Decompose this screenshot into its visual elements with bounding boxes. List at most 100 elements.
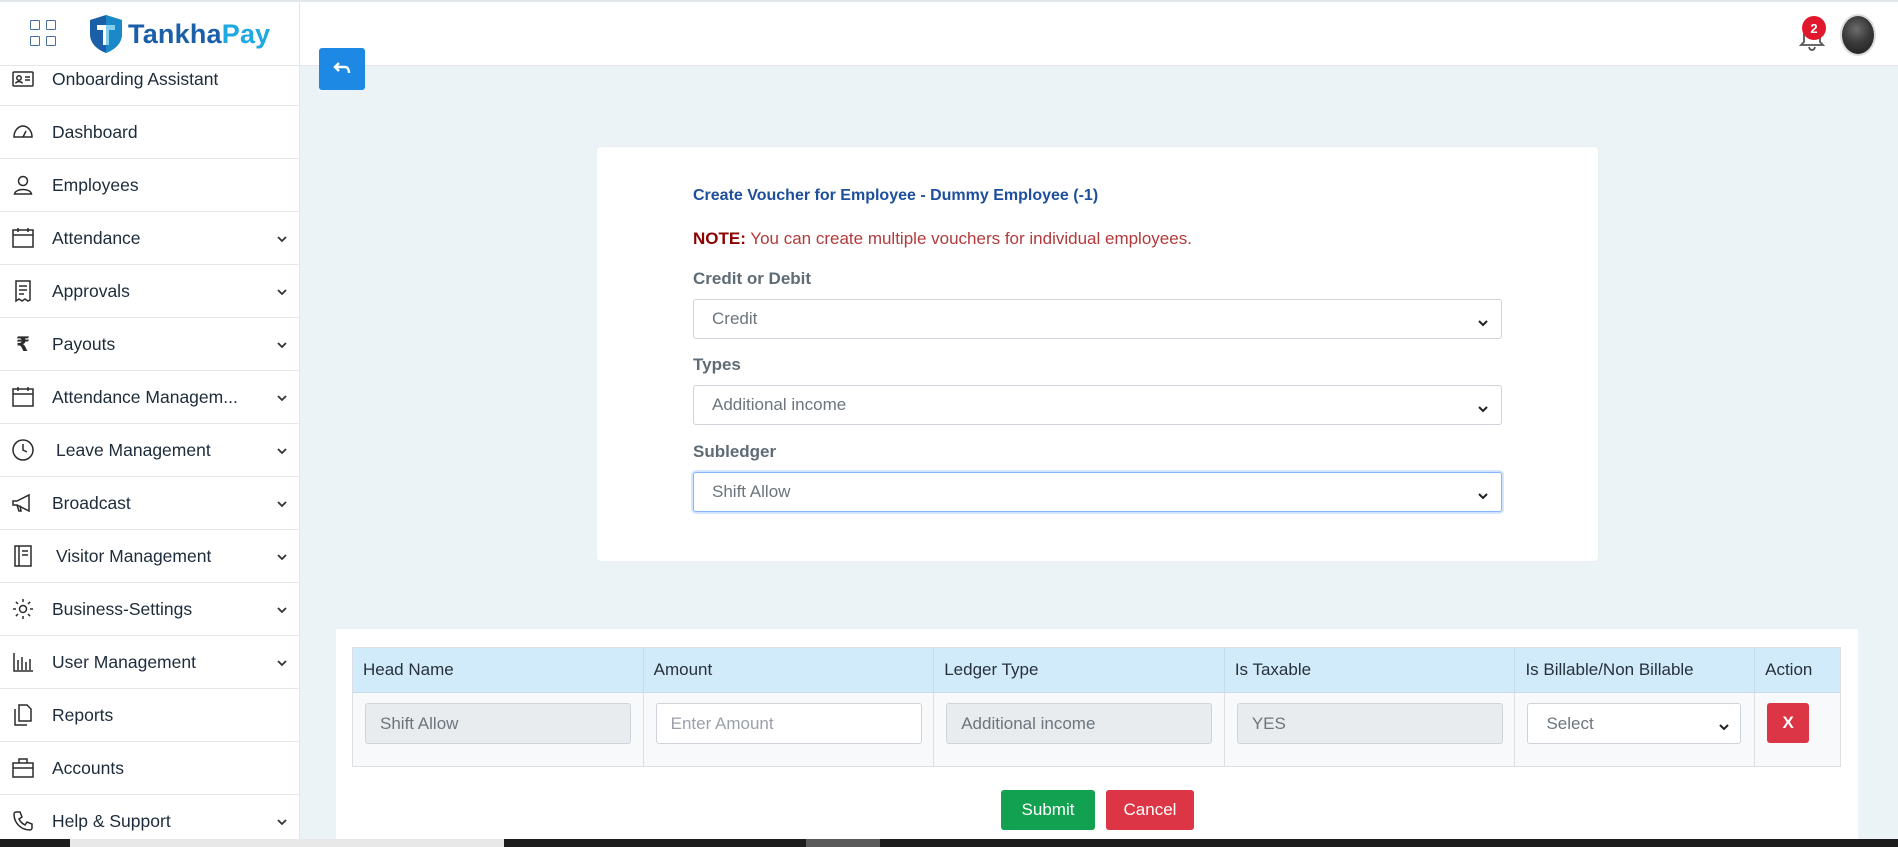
delete-row-button[interactable]: X — [1767, 703, 1810, 743]
credit-debit-label: Credit or Debit — [693, 269, 812, 288]
sidebar-item-label: Business-Settings — [52, 598, 193, 619]
sidebar-item-label: Employees — [52, 174, 139, 195]
cell-action: X — [1755, 693, 1840, 766]
sidebar-item-label: Onboarding Assistant — [52, 68, 219, 89]
form-note: NOTE: You can create multiple vouchers f… — [693, 229, 1192, 249]
sidebar-item-label: Reports — [52, 704, 114, 725]
sidebar-item-payouts[interactable]: ₹ Payouts — [0, 318, 299, 371]
sidebar-item-accounts[interactable]: Accounts — [0, 742, 299, 795]
voucher-form-card: Create Voucher for Employee - Dummy Empl… — [597, 147, 1598, 561]
chevron-down-icon — [1477, 487, 1489, 500]
sidebar-item-onboarding-assistant[interactable]: Onboarding Assistant — [0, 66, 299, 106]
credit-debit-select[interactable]: Credit — [693, 299, 1502, 339]
calendar-icon — [10, 225, 36, 251]
phone-icon — [10, 808, 36, 834]
apps-grid-icon[interactable] — [30, 20, 56, 46]
sidebar-item-label: Leave Management — [56, 439, 211, 460]
sidebar-item-attendance[interactable]: Attendance — [0, 212, 299, 265]
notification-badge: 2 — [1802, 16, 1826, 40]
sidebar-item-label: Broadcast — [52, 492, 131, 513]
chevron-down-icon — [276, 550, 288, 562]
taskbar-strip — [0, 839, 1898, 847]
chevron-down-icon — [276, 815, 288, 827]
back-button[interactable] — [319, 48, 365, 90]
logo-shield-icon — [90, 15, 122, 53]
cell-is-taxable: YES — [1225, 693, 1516, 766]
back-arrow-icon — [333, 62, 351, 74]
sidebar-item-leave-management[interactable]: Leave Management — [0, 424, 299, 477]
sidebar-item-label: Attendance — [52, 227, 141, 248]
chevron-down-icon — [276, 285, 288, 297]
subledger-label: Subledger — [693, 442, 777, 461]
cell-amount: Enter Amount — [644, 693, 935, 766]
sidebar-item-label: Approvals — [52, 280, 130, 301]
column-header-billable: Is Billable/Non Billable — [1515, 648, 1756, 692]
chevron-down-icon — [276, 391, 288, 403]
speedometer-icon — [10, 119, 36, 145]
chevron-down-icon — [276, 232, 288, 244]
column-header-amount: Amount — [644, 648, 935, 692]
sidebar-item-visitor-management[interactable]: Visitor Management — [0, 530, 299, 583]
top-header: TankhaPay 2 — [0, 0, 1898, 66]
sidebar-item-label: Help & Support — [52, 810, 171, 831]
chevron-down-icon — [276, 444, 288, 456]
sidebar-item-dashboard[interactable]: Dashboard — [0, 106, 299, 159]
chevron-down-icon — [1477, 314, 1489, 327]
subledger-select[interactable]: Shift Allow — [693, 472, 1502, 512]
sidebar-item-label: User Management — [52, 651, 196, 672]
sidebar-item-label: Payouts — [52, 333, 116, 354]
clock-icon — [10, 437, 36, 463]
chevron-down-icon — [276, 338, 288, 350]
cell-head-name: Shift Allow — [353, 693, 644, 766]
notebook-icon — [10, 543, 36, 569]
ledger-type-field: Additional income — [946, 703, 1213, 744]
voucher-table: Head Name Amount Ledger Type Is Taxable … — [352, 647, 1841, 767]
sidebar-item-label: Attendance Managem... — [52, 386, 238, 407]
billable-select[interactable]: Select — [1527, 703, 1742, 744]
sidebar-item-label: Accounts — [52, 757, 124, 778]
megaphone-icon — [10, 490, 36, 516]
note-label: NOTE: — [693, 229, 746, 248]
credit-debit-value: Credit — [712, 309, 758, 328]
id-card-icon — [10, 66, 36, 92]
submit-button[interactable]: Submit — [1001, 790, 1095, 830]
table-row: Shift Allow Enter Amount Additional inco… — [353, 693, 1840, 766]
chevron-down-icon — [276, 603, 288, 615]
billable-value: Select — [1546, 713, 1594, 733]
cell-billable: Select — [1515, 693, 1756, 766]
table-header: Head Name Amount Ledger Type Is Taxable … — [353, 648, 1840, 693]
form-title: Create Voucher for Employee - Dummy Empl… — [693, 187, 1099, 204]
sidebar-item-approvals[interactable]: Approvals — [0, 265, 299, 318]
calendar-icon — [10, 384, 36, 410]
brand-name: TankhaPay — [128, 18, 271, 49]
sidebar-item-business-settings[interactable]: Business-Settings — [0, 583, 299, 636]
briefcase-icon — [10, 755, 36, 781]
sidebar-item-reports[interactable]: Reports — [0, 689, 299, 742]
user-icon — [10, 172, 36, 198]
chevron-down-icon — [1477, 400, 1489, 413]
sidebar: Onboarding Assistant Dashboard Employees… — [0, 66, 300, 847]
amount-input[interactable]: Enter Amount — [655, 703, 922, 744]
types-value: Additional income — [712, 395, 847, 414]
user-avatar[interactable] — [1840, 14, 1876, 56]
documents-icon — [10, 702, 36, 728]
sidebar-item-label: Visitor Management — [56, 545, 212, 566]
gear-icon — [10, 596, 36, 622]
cell-ledger-type: Additional income — [934, 693, 1225, 766]
types-select[interactable]: Additional income — [693, 385, 1502, 425]
voucher-table-card: Head Name Amount Ledger Type Is Taxable … — [336, 629, 1858, 847]
sidebar-item-attendance-management[interactable]: Attendance Managem... — [0, 371, 299, 424]
users-chart-icon — [10, 649, 36, 675]
column-header-head-name: Head Name — [353, 648, 644, 692]
types-label: Types — [693, 355, 741, 374]
column-header-ledger-type: Ledger Type — [934, 648, 1225, 692]
sidebar-item-user-management[interactable]: User Management — [0, 636, 299, 689]
head-name-field: Shift Allow — [365, 703, 631, 744]
cancel-button[interactable]: Cancel — [1106, 790, 1194, 830]
tankhapay-logo[interactable]: TankhaPay — [88, 14, 270, 54]
column-header-action: Action — [1765, 660, 1813, 679]
sidebar-item-employees[interactable]: Employees — [0, 159, 299, 212]
is-taxable-field: YES — [1236, 703, 1503, 744]
rupee-icon: ₹ — [16, 333, 30, 356]
sidebar-item-broadcast[interactable]: Broadcast — [0, 477, 299, 530]
